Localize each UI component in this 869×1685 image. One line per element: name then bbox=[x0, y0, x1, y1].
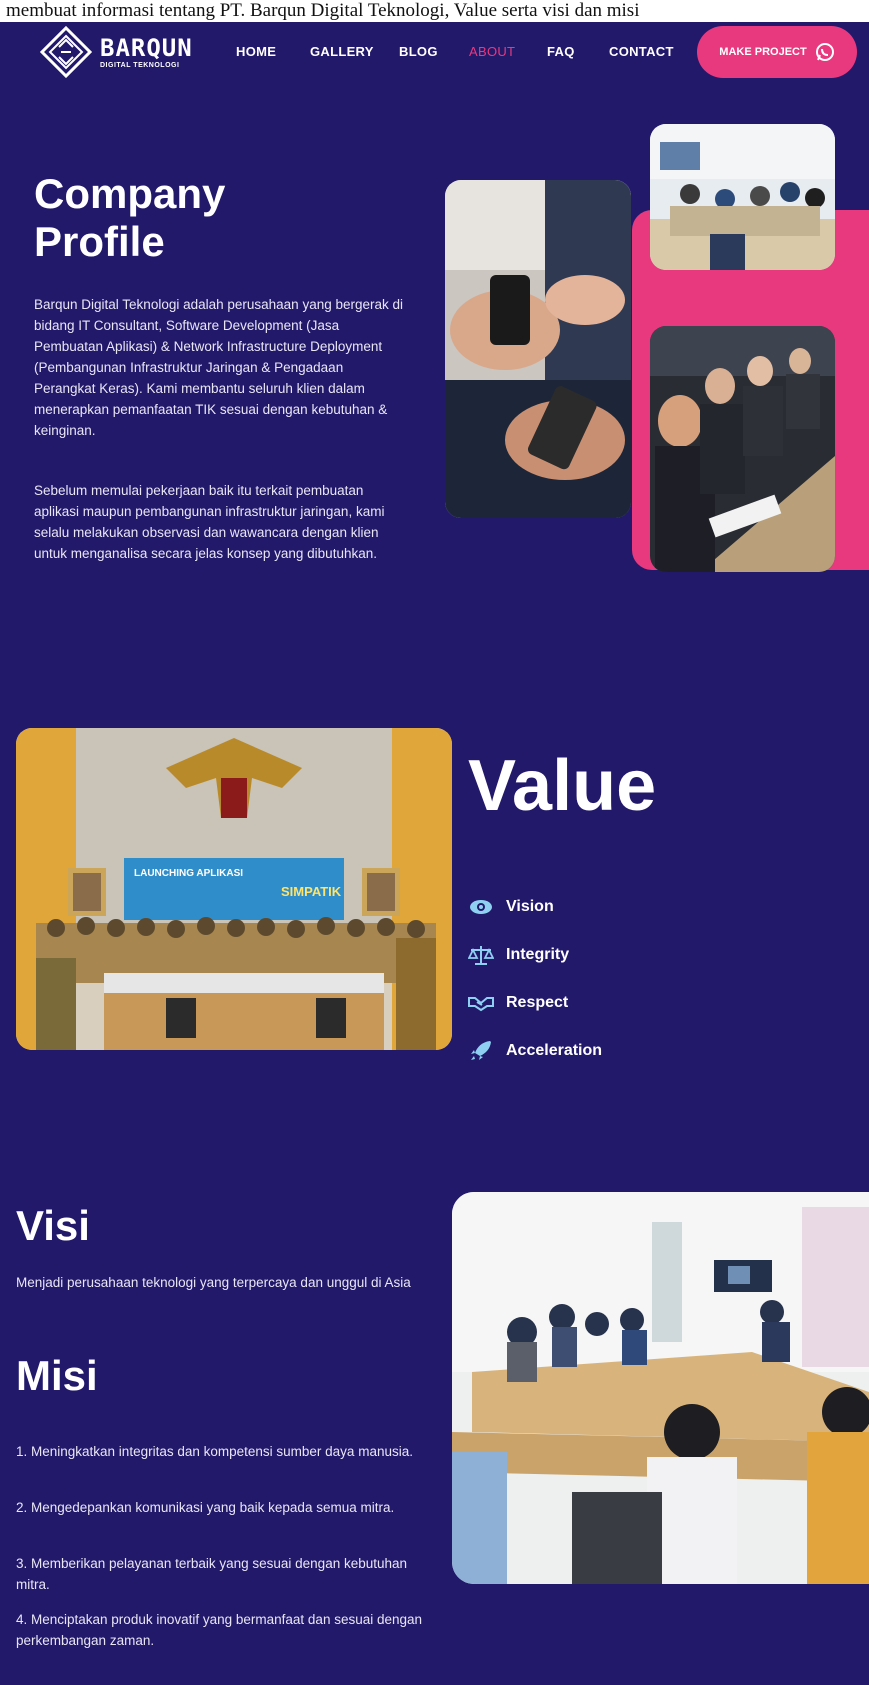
value-item-vision: Vision bbox=[468, 896, 554, 918]
about-page: BARQUN DIGITAL TEKNOLOGI HOME GALLERY BL… bbox=[0, 22, 869, 1685]
make-project-button[interactable]: MAKE PROJECT bbox=[697, 26, 857, 78]
logo-mark-icon bbox=[40, 26, 92, 78]
nav-gallery[interactable]: GALLERY bbox=[310, 44, 374, 59]
brand-tagline: DIGITAL TEKNOLOGI bbox=[100, 61, 180, 69]
nav-contact[interactable]: CONTACT bbox=[609, 44, 674, 59]
brand-logo[interactable]: BARQUN DIGITAL TEKNOLOGI bbox=[40, 26, 193, 78]
misi-item-3: 3. Memberikan pelayanan terbaik yang ses… bbox=[16, 1556, 408, 1592]
visi-text: Menjadi perusahaan teknologi yang terper… bbox=[16, 1275, 411, 1290]
value-item-acceleration: Acceleration bbox=[468, 1040, 602, 1062]
value-label-acceleration: Acceleration bbox=[506, 1042, 603, 1059]
visi-title: Visi bbox=[16, 1202, 90, 1249]
value-item-integrity: Integrity bbox=[468, 944, 569, 966]
navbar: BARQUN DIGITAL TEKNOLOGI HOME GALLERY BL… bbox=[0, 22, 869, 84]
launch-banner-app: SIMPATIK bbox=[281, 884, 342, 899]
nav-blog[interactable]: BLOG bbox=[399, 44, 438, 59]
nav-home[interactable]: HOME bbox=[236, 44, 276, 59]
nav-faq[interactable]: FAQ bbox=[547, 44, 575, 59]
misi-item-4: 4. Menciptakan produk inovatif yang berm… bbox=[16, 1612, 423, 1648]
whatsapp-icon bbox=[815, 43, 834, 61]
value-title: Value bbox=[468, 746, 657, 826]
value-item-respect: Respect bbox=[468, 992, 568, 1014]
photo-business-meeting bbox=[650, 326, 835, 572]
company-profile-title: Company Profile bbox=[34, 170, 226, 265]
make-project-label: MAKE PROJECT bbox=[719, 46, 807, 58]
nav-about[interactable]: ABOUT bbox=[469, 44, 515, 59]
page-caption: membuat informasi tentang PT. Barqun Dig… bbox=[0, 0, 869, 22]
value-label-respect: Respect bbox=[506, 994, 569, 1011]
company-paragraph-1: Barqun Digital Teknologi adalah perusaha… bbox=[34, 297, 404, 438]
misi-title: Misi bbox=[16, 1352, 98, 1399]
rocket-icon bbox=[471, 1041, 491, 1060]
company-paragraph-2: Sebelum memulai pekerjaan baik itu terka… bbox=[34, 483, 385, 561]
handshake-icon bbox=[468, 997, 494, 1012]
photo-meeting-room bbox=[650, 124, 835, 270]
photo-classroom-meeting bbox=[452, 1192, 869, 1584]
brand-name: BARQUN bbox=[100, 33, 193, 62]
value-label-integrity: Integrity bbox=[506, 946, 570, 963]
eye-icon bbox=[470, 900, 492, 914]
photo-launch-event: LAUNCHING APLIKASI SIMPATIK bbox=[16, 728, 452, 1050]
misi-item-2: 2. Mengedepankan komunikasi yang baik ke… bbox=[16, 1500, 395, 1515]
scale-icon bbox=[468, 946, 494, 965]
value-label-vision: Vision bbox=[506, 898, 554, 915]
launch-banner-title: LAUNCHING APLIKASI bbox=[134, 868, 243, 879]
misi-item-1: 1. Meningkatkan integritas dan kompetens… bbox=[16, 1444, 413, 1459]
photo-hands-phones bbox=[445, 180, 631, 518]
